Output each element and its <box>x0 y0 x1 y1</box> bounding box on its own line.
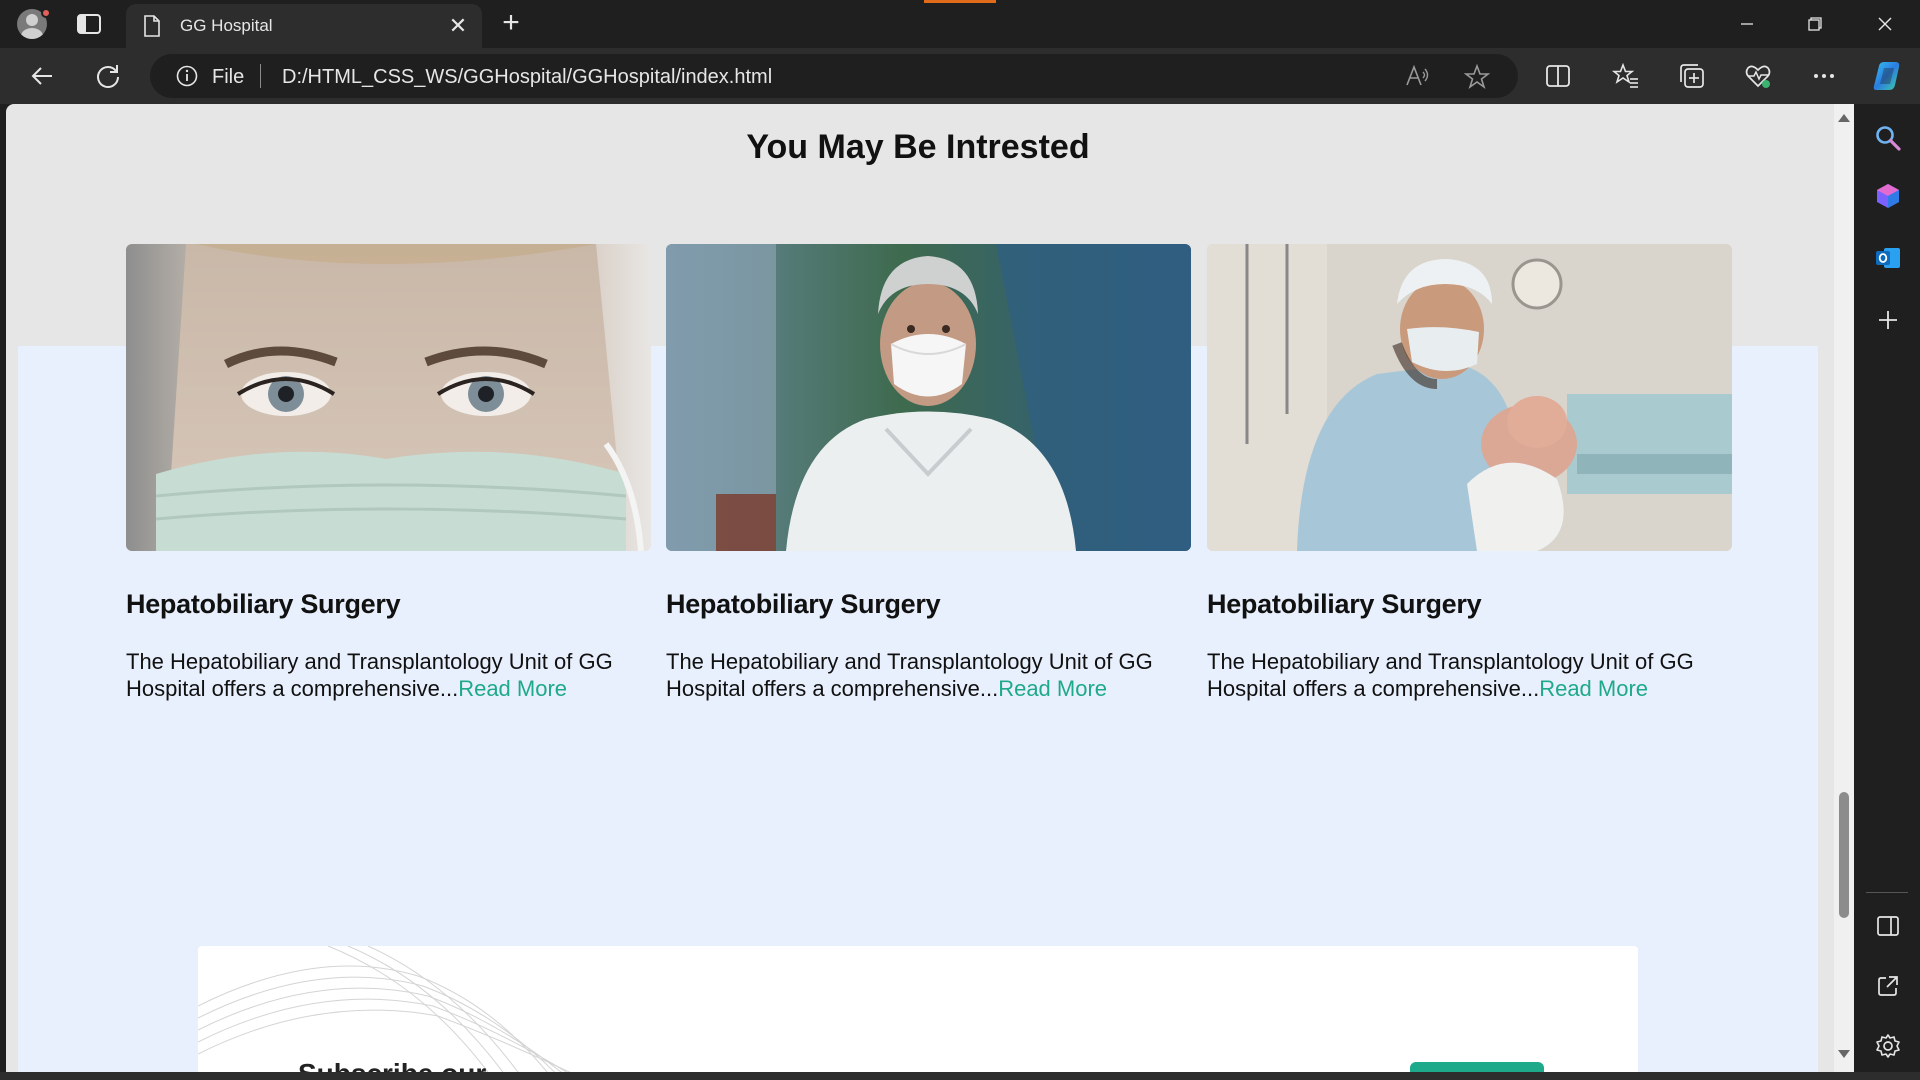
subscribe-section: Subscribe our <box>198 946 1638 1072</box>
address-url[interactable]: D:/HTML_CSS_WS/GGHospital/GGHospital/ind… <box>282 66 772 89</box>
outlook-icon[interactable] <box>1874 244 1902 272</box>
subscribe-button[interactable] <box>1410 1062 1544 1072</box>
browser-toolbar: File D:/HTML_CSS_WS/GGHospital/GGHospita… <box>0 48 1920 104</box>
scroll-up-icon[interactable] <box>1838 114 1850 122</box>
activity-indicator <box>924 0 996 3</box>
card-title: Hepatobiliary Surgery <box>126 589 401 619</box>
card-title: Hepatobiliary Surgery <box>1207 589 1482 619</box>
sidebar-divider <box>1866 892 1908 893</box>
tab-title: GG Hospital <box>180 16 273 35</box>
add-sidebar-app-icon[interactable] <box>1874 306 1902 334</box>
close-window-icon[interactable] <box>1862 8 1908 40</box>
card-description: The Hepatobiliary and Transplantology Un… <box>126 648 651 702</box>
back-arrow-icon[interactable] <box>26 60 58 92</box>
search-icon[interactable] <box>1874 124 1902 152</box>
more-options-icon[interactable] <box>1810 62 1838 90</box>
decorative-lines <box>198 946 571 1072</box>
reload-icon[interactable] <box>92 60 124 92</box>
article-card: Hepatobiliary Surgery The Hepatobiliary … <box>1207 244 1732 702</box>
card-title: Hepatobiliary Surgery <box>666 589 941 619</box>
card-description: The Hepatobiliary and Transplantology Un… <box>1207 648 1732 702</box>
close-tab-icon[interactable]: ✕ <box>446 14 470 38</box>
microsoft-365-icon[interactable] <box>1874 182 1902 210</box>
card-description: The Hepatobiliary and Transplantology Un… <box>666 648 1191 702</box>
window-bottom-edge <box>0 1072 1920 1080</box>
favorites-icon[interactable] <box>1611 62 1640 90</box>
article-card: Hepatobiliary Surgery The Hepatobiliary … <box>126 244 651 702</box>
site-info-icon[interactable] <box>176 65 198 87</box>
scroll-thumb[interactable] <box>1839 792 1849 918</box>
copilot-icon[interactable] <box>1870 58 1906 94</box>
new-tab-icon[interactable]: + <box>496 8 526 38</box>
article-card: Hepatobiliary Surgery The Hepatobiliary … <box>666 244 1191 702</box>
address-bar[interactable]: File D:/HTML_CSS_WS/GGHospital/GGHospita… <box>150 54 1518 98</box>
restore-icon[interactable] <box>1792 8 1838 40</box>
read-aloud-icon[interactable] <box>1404 64 1430 88</box>
page-icon <box>142 15 162 37</box>
gear-icon[interactable] <box>1874 1032 1902 1060</box>
man-face-mask-photo <box>666 244 1191 551</box>
address-scheme: File <box>212 66 245 88</box>
hide-sidebar-icon[interactable] <box>1874 912 1902 940</box>
tab-gg-hospital[interactable]: GG Hospital ✕ <box>126 4 482 48</box>
page-viewport: You May Be Intrested Hepatobiliary Surge… <box>6 104 1834 1072</box>
address-separator <box>260 64 261 88</box>
edge-sidebar <box>1854 104 1920 1080</box>
browser-essentials-icon[interactable] <box>1744 62 1772 90</box>
open-in-new-window-icon[interactable] <box>1874 972 1902 1000</box>
workspaces-icon[interactable] <box>76 12 102 36</box>
doctor-holding-newborn-photo <box>1207 244 1732 551</box>
page-scrollbar[interactable] <box>1834 104 1854 1072</box>
read-more-link[interactable]: Read More <box>1539 676 1648 701</box>
split-screen-icon[interactable] <box>1544 62 1572 90</box>
minimize-icon[interactable] <box>1724 8 1770 40</box>
section-title: You May Be Intrested <box>746 128 1090 166</box>
nurse-face-mask-photo <box>126 244 651 551</box>
scroll-down-icon[interactable] <box>1838 1050 1850 1058</box>
read-more-link[interactable]: Read More <box>998 676 1107 701</box>
title-bar: GG Hospital ✕ + <box>0 0 1920 48</box>
collections-icon[interactable] <box>1678 62 1706 90</box>
favorite-star-icon[interactable] <box>1463 63 1491 90</box>
profile-avatar-icon[interactable] <box>14 6 52 42</box>
subscribe-title: Subscribe our <box>298 1058 486 1072</box>
read-more-link[interactable]: Read More <box>458 676 567 701</box>
